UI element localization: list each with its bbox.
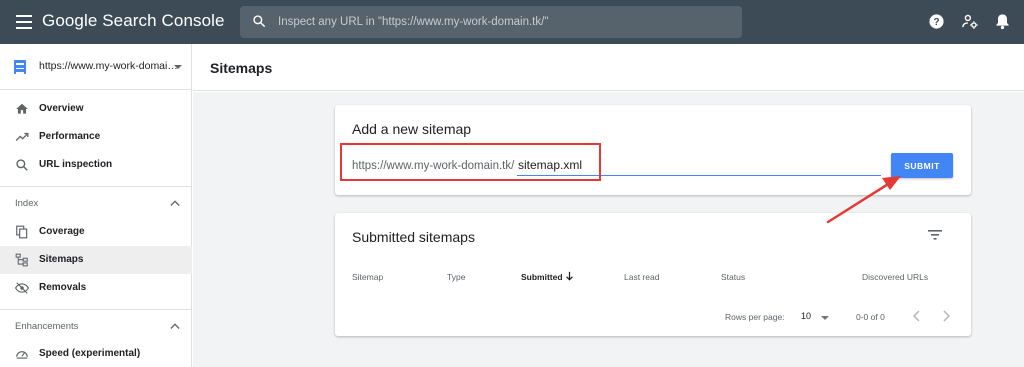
sidebar-item-label: Overview <box>39 103 84 114</box>
home-icon <box>16 103 28 114</box>
section-enhancements[interactable]: Enhancements <box>0 310 192 342</box>
sidebar-item-overview[interactable]: Overview <box>0 95 192 123</box>
page-title: Sitemaps <box>210 60 273 76</box>
column-header-sitemap[interactable]: Sitemap <box>352 272 383 282</box>
sidebar-item-label: Sitemaps <box>39 254 84 265</box>
sidebar-item-coverage[interactable]: Coverage <box>0 218 192 246</box>
previous-page-icon[interactable] <box>912 309 922 323</box>
section-label: Enhancements <box>15 321 79 332</box>
column-header-discovered-urls[interactable]: Discovered URLs <box>862 272 928 282</box>
add-sitemap-card: Add a new sitemap https://www.my-work-do… <box>335 105 971 195</box>
annotation-highlight-box <box>340 143 601 181</box>
pagination-range: 0-0 of 0 <box>856 312 885 322</box>
eye-off-icon <box>15 282 29 294</box>
filter-icon[interactable] <box>928 229 942 241</box>
coverage-icon <box>16 225 28 239</box>
rows-per-page-select[interactable]: 10 <box>801 309 835 325</box>
svg-text:?: ? <box>933 17 939 28</box>
chevron-up-icon <box>170 323 180 329</box>
section-label: Index <box>15 198 39 209</box>
column-header-type[interactable]: Type <box>447 272 465 282</box>
search-icon <box>253 15 265 27</box>
dropdown-arrow-icon <box>174 65 182 69</box>
chevron-up-icon <box>170 200 180 206</box>
menu-icon[interactable] <box>16 15 32 29</box>
sidebar-item-removals[interactable]: Removals <box>0 274 192 302</box>
card-title: Submitted sitemaps <box>352 229 475 245</box>
top-app-bar: Google Search Console ? <box>0 0 1024 44</box>
sidebar-item-performance[interactable]: Performance <box>0 123 192 151</box>
trending-up-icon <box>15 132 29 141</box>
property-selector[interactable]: https://www.my-work-domai… <box>0 44 192 90</box>
rows-per-page-label: Rows per page: <box>725 312 785 322</box>
sidebar-item-label: URL inspection <box>39 159 113 170</box>
sidebar: https://www.my-work-domai… Overview Perf… <box>0 44 192 367</box>
sidebar-item-label: Coverage <box>39 226 85 237</box>
search-input[interactable] <box>278 6 728 38</box>
rows-per-page-value: 10 <box>801 311 812 321</box>
card-title: Add a new sitemap <box>352 121 472 137</box>
search-icon <box>16 159 28 171</box>
arrow-down-icon <box>566 271 573 281</box>
next-page-icon[interactable] <box>941 309 951 323</box>
sidebar-item-sitemaps[interactable]: Sitemaps <box>0 246 192 274</box>
column-header-last-read[interactable]: Last read <box>624 272 659 282</box>
help-icon[interactable]: ? <box>928 13 945 30</box>
submitted-sitemaps-card: Submitted sitemaps Sitemap Type Submitte… <box>335 213 971 336</box>
section-index[interactable]: Index <box>0 187 192 219</box>
property-icon <box>14 60 26 74</box>
submit-button[interactable]: SUBMIT <box>891 153 953 178</box>
sidebar-item-speed[interactable]: Speed (experimental) <box>0 340 192 367</box>
column-header-status[interactable]: Status <box>721 272 745 282</box>
app-title[interactable]: Google Search Console <box>42 11 225 31</box>
account-settings-icon[interactable] <box>961 13 979 30</box>
sidebar-item-label: Performance <box>39 131 101 142</box>
page-header: Sitemaps <box>193 44 1024 91</box>
sidebar-item-url-inspection[interactable]: URL inspection <box>0 151 192 179</box>
property-url: https://www.my-work-domai… <box>39 60 178 72</box>
sidebar-item-label: Removals <box>39 282 87 293</box>
dropdown-arrow-icon <box>821 316 829 320</box>
notifications-icon[interactable] <box>995 13 1010 30</box>
sitemap-icon <box>15 253 28 267</box>
sidebar-item-label: Speed (experimental) <box>39 348 141 359</box>
column-header-submitted[interactable]: Submitted <box>521 272 563 282</box>
url-inspection-search[interactable] <box>240 6 742 38</box>
speedometer-icon <box>16 351 28 359</box>
